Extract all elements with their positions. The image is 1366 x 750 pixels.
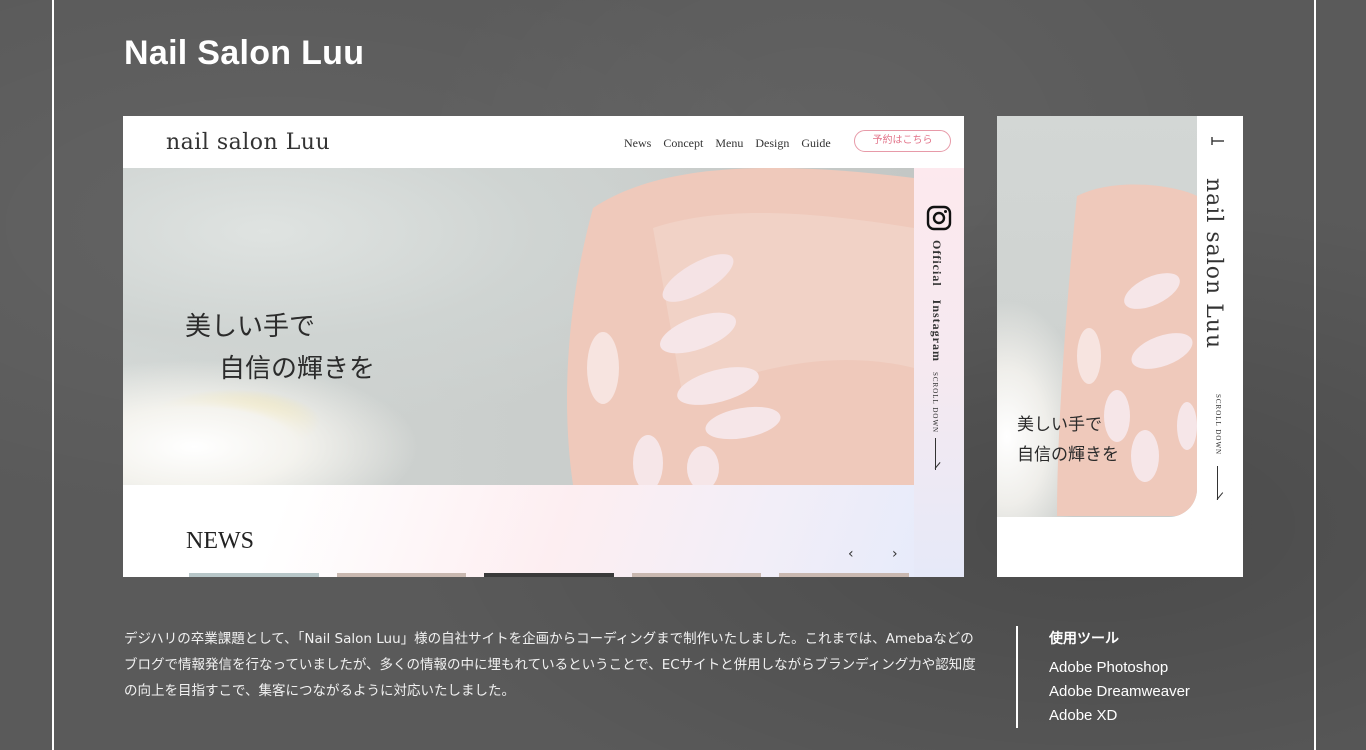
nav-item-guide[interactable]: Guide xyxy=(801,136,830,151)
mobile-mockup: 美しい手で 自信の輝きを nail salon Luu SCROLL DOWN xyxy=(997,116,1243,577)
news-next-button[interactable]: › xyxy=(892,546,898,562)
news-thumbnail[interactable] xyxy=(336,573,467,577)
tool-item-xd: Adobe XD xyxy=(1049,707,1118,724)
news-thumbnail[interactable] xyxy=(631,573,762,577)
instagram-label[interactable]: Official Instagram xyxy=(929,240,946,362)
tools-list: Adobe Photoshop Adobe Dreamweaver Adobe … xyxy=(1049,656,1190,728)
mobile-hero-line2: 自信の輝きを xyxy=(1017,445,1119,465)
desktop-logo[interactable]: nail salon Luu xyxy=(166,130,330,155)
mobile-logo[interactable]: nail salon Luu xyxy=(1201,178,1226,349)
reserve-button[interactable]: 予約はこちら xyxy=(854,130,951,152)
news-prev-button[interactable]: ‹ xyxy=(848,546,854,562)
mobile-hero-image: 美しい手で 自信の輝きを xyxy=(997,116,1197,517)
hands-photo xyxy=(567,168,914,485)
page-title: Nail Salon Luu xyxy=(124,34,365,72)
frame-line-right xyxy=(1314,0,1316,750)
tools-divider xyxy=(1016,626,1018,728)
news-title: NEWS xyxy=(186,528,254,554)
instagram-icon[interactable] xyxy=(926,205,952,231)
desktop-hero-line1: 美しい手で xyxy=(185,312,316,342)
desktop-mockup: nail salon Luu News Concept Menu Design … xyxy=(123,116,964,577)
nav-item-concept[interactable]: Concept xyxy=(663,136,703,151)
mobile-hero-text: 美しい手で 自信の輝きを xyxy=(1017,410,1119,470)
mobile-scroll-label: SCROLL DOWN xyxy=(1214,394,1222,456)
nav-item-design[interactable]: Design xyxy=(755,136,789,151)
desktop-hero-line2: 自信の輝きを xyxy=(219,354,376,384)
project-description: デジハリの卒業課題として、「Nail Salon Luu」様の自社サイトを企画か… xyxy=(124,631,976,699)
news-thumbnails xyxy=(189,573,909,577)
mobile-hero-line1: 美しい手で xyxy=(1017,415,1102,435)
mobile-scroll-arrow xyxy=(1217,466,1218,500)
desktop-hero-text: 美しい手で 自信の輝きを xyxy=(185,306,375,390)
news-thumbnail[interactable] xyxy=(189,573,319,577)
tool-item-photoshop: Adobe Photoshop xyxy=(1049,659,1169,676)
tools-heading: 使用ツール xyxy=(1049,631,1119,647)
desktop-nav: News Concept Menu Design Guide xyxy=(624,136,843,151)
frame-line-left xyxy=(52,0,54,750)
nav-item-menu[interactable]: Menu xyxy=(715,136,743,151)
desktop-scroll-label: SCROLL DOWN xyxy=(931,372,939,434)
tool-item-dreamweaver: Adobe Dreamweaver xyxy=(1049,683,1190,700)
news-thumbnail[interactable] xyxy=(484,573,614,577)
news-thumbnail[interactable] xyxy=(779,573,909,577)
menu-icon[interactable] xyxy=(1211,136,1225,146)
nav-item-news[interactable]: News xyxy=(624,136,651,151)
